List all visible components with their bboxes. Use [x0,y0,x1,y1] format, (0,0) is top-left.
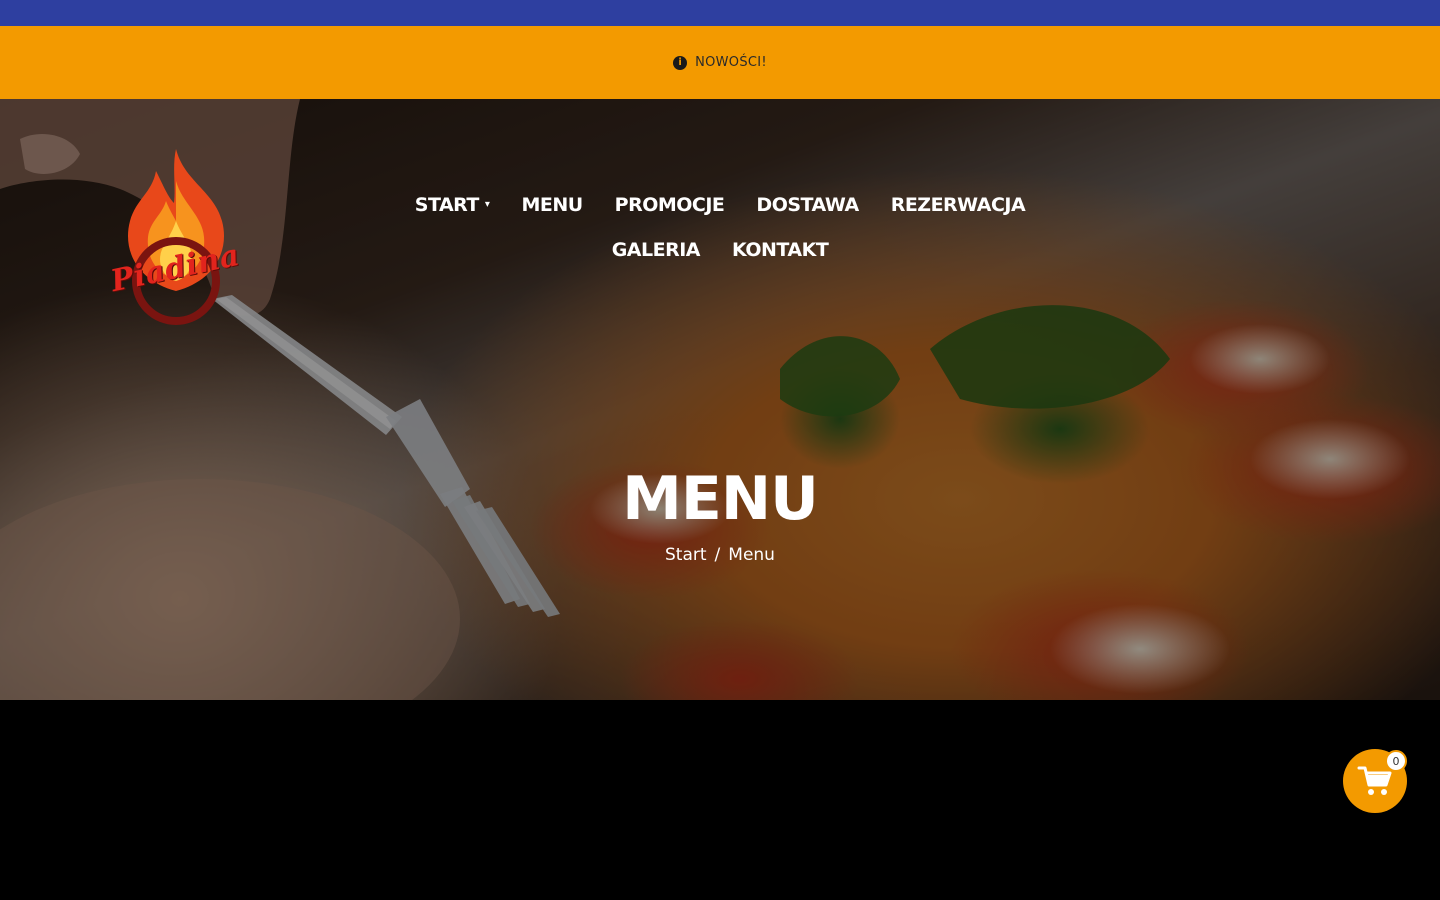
page-title: MENU [622,464,819,534]
cart-count-badge: 0 [1385,750,1407,772]
breadcrumb-separator: / [714,545,721,565]
breadcrumb: Start / Menu [0,545,1440,565]
nav-item-galeria[interactable]: GALERIA [596,236,716,263]
breadcrumb-current: Menu [728,545,775,565]
nav-item-label: START [414,193,480,216]
top-strip [0,0,1440,26]
nav-item-menu[interactable]: MENU [505,191,598,218]
chevron-down-icon: ▾ [484,199,490,210]
nav-item-promocje[interactable]: PROMOCJE [599,191,741,218]
cart-icon [1357,766,1392,795]
hero-banner: Piadina START ▾ MENU PROMOCJE DOSTAWA RE… [0,99,1440,700]
nav-item-start[interactable]: START ▾ [399,191,506,218]
nav-item-dostawa[interactable]: DOSTAWA [740,191,874,218]
main-nav: START ▾ MENU PROMOCJE DOSTAWA REZERWACJA… [390,191,1050,263]
flame-logo-icon [127,149,225,325]
breadcrumb-home-link[interactable]: Start [665,545,707,565]
site-logo[interactable]: Piadina [104,141,248,331]
notice-bar: i NOWOŚCI! [0,26,1440,99]
nav-item-rezerwacja[interactable]: REZERWACJA [875,191,1042,218]
notice-link[interactable]: NOWOŚCI! [695,55,767,70]
info-icon[interactable]: i [673,55,688,70]
nav-item-kontakt[interactable]: KONTAKT [716,236,844,263]
